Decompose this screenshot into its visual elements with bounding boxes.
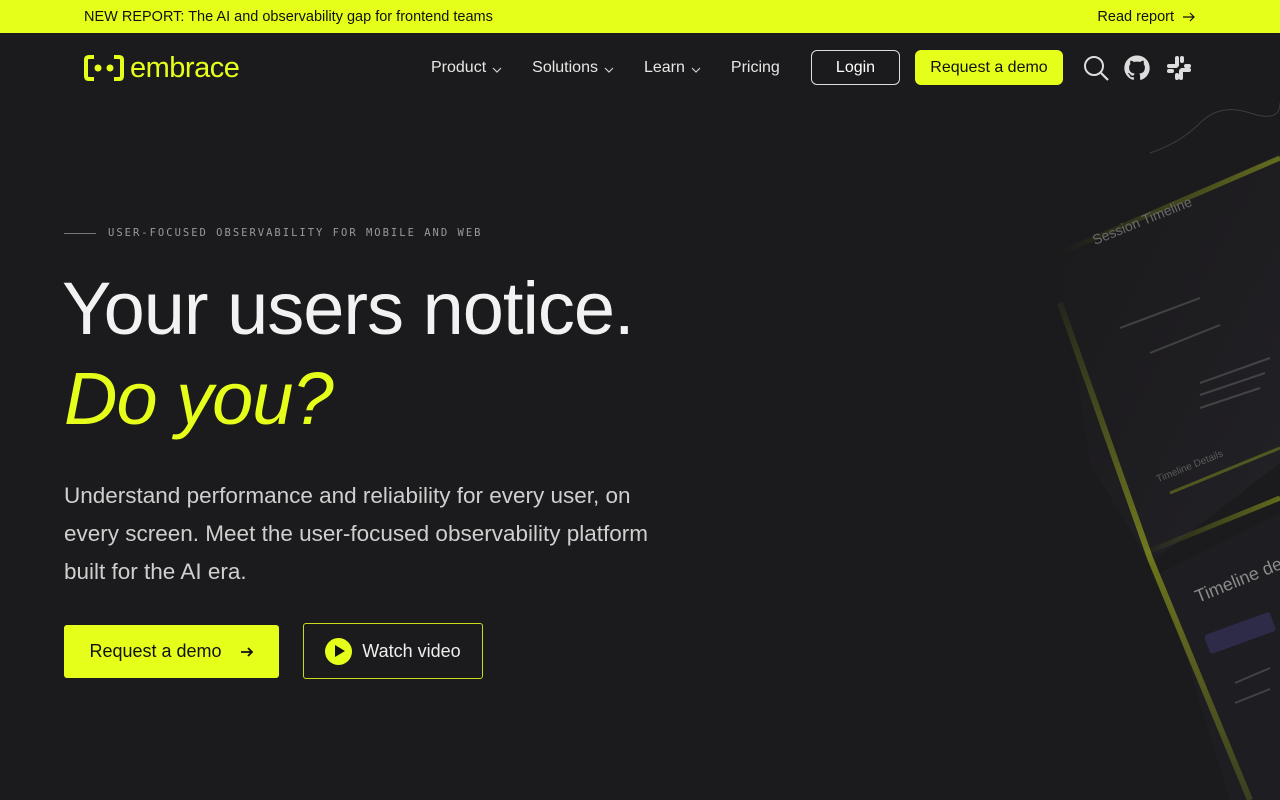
chevron-down-icon [492, 67, 502, 73]
hero-headline-accent: Do you? [64, 357, 334, 440]
watch-video-button[interactable]: Watch video [303, 623, 483, 679]
request-demo-label: Request a demo [89, 641, 222, 661]
logo-wordmark: embrace [130, 51, 240, 84]
dashboard-preview-visual: Session Timeline Timeline Details Timeli… [1000, 103, 1280, 800]
nav-item-label: Solutions [532, 59, 598, 76]
announcement-banner: NEW REPORT: The AI and observability gap… [0, 0, 1280, 33]
main-nav: embrace Product Solutions Learn Pricing … [0, 33, 1280, 103]
request-demo-nav-button[interactable]: Request a demo [915, 50, 1063, 85]
arrow-right-icon [1183, 12, 1195, 21]
chevron-down-icon [691, 67, 701, 73]
embrace-logo[interactable]: embrace [84, 51, 240, 85]
nav-item-learn[interactable]: Learn [644, 59, 701, 77]
nav-item-label: Pricing [730, 59, 780, 76]
nav-menu: Product Solutions Learn Pricing [431, 33, 780, 103]
hero-subtext: Understand performance and reliability f… [64, 483, 649, 584]
chevron-down-icon [604, 67, 614, 73]
eyebrow-divider [64, 232, 96, 234]
eyebrow-text: USER-FOCUSED OBSERVABILITY FOR MOBILE AN… [108, 227, 483, 239]
search-icon[interactable] [1082, 54, 1110, 82]
slack-icon[interactable] [1165, 54, 1193, 82]
nav-item-pricing[interactable]: Pricing [731, 59, 780, 77]
embrace-logo-icon [84, 55, 124, 81]
read-report-link[interactable]: Read report [1097, 9, 1196, 25]
banner-text[interactable]: NEW REPORT: The AI and observability gap… [84, 9, 493, 25]
play-icon [325, 637, 353, 665]
github-icon[interactable] [1123, 54, 1151, 82]
hero-eyebrow: USER-FOCUSED OBSERVABILITY FOR MOBILE AN… [64, 227, 482, 239]
request-demo-button[interactable]: Request a demo [64, 625, 279, 678]
nav-item-label: Product [431, 59, 487, 76]
hero-headline: Your users notice. [62, 267, 635, 350]
nav-item-product[interactable]: Product [431, 59, 502, 77]
watch-video-label: Watch video [362, 640, 461, 661]
nav-item-label: Learn [643, 59, 685, 76]
read-report-label: Read report [1097, 8, 1174, 25]
arrow-right-icon [240, 646, 253, 657]
nav-item-solutions[interactable]: Solutions [532, 59, 614, 77]
dashboard-preview-graphic [1057, 103, 1280, 800]
login-button[interactable]: Login [811, 50, 900, 85]
